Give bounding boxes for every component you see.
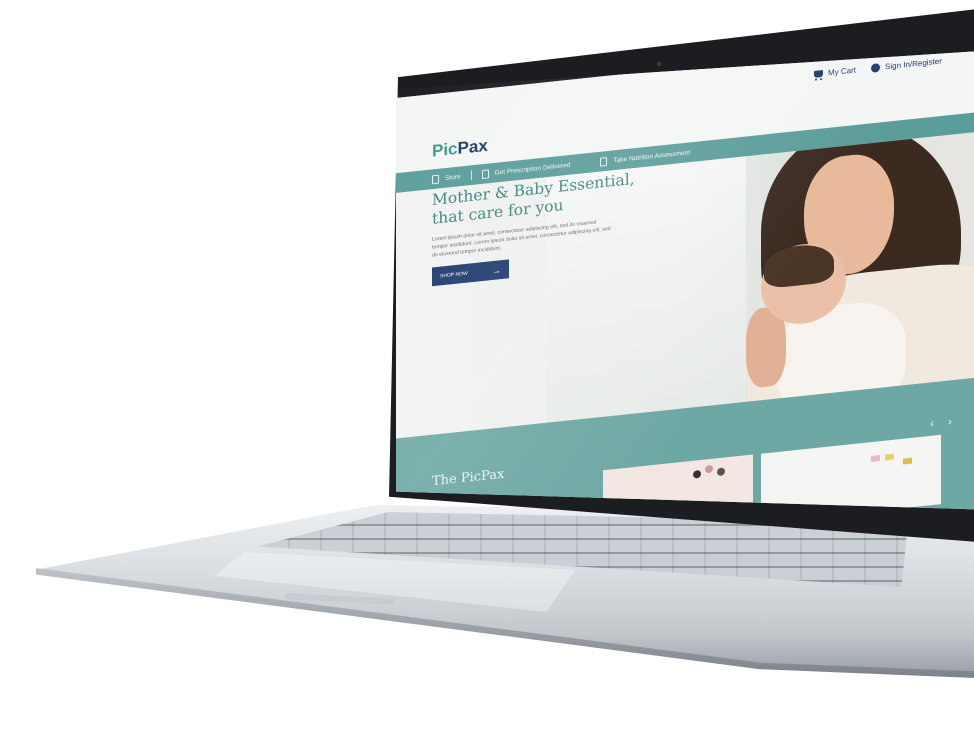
carousel-controls: ‹ › xyxy=(926,415,956,430)
cart-label: My Cart xyxy=(828,65,856,78)
arrow-right-icon: → xyxy=(492,264,501,276)
product-image-element xyxy=(717,467,725,477)
shop-now-label: SHOP NOW xyxy=(440,270,468,280)
cart-icon xyxy=(814,69,823,78)
cart-link[interactable]: My Cart xyxy=(814,66,856,79)
prescription-icon xyxy=(481,168,489,179)
product-image-element xyxy=(693,469,701,479)
clipboard-icon xyxy=(600,156,608,167)
user-icon xyxy=(871,63,880,73)
website: My Cart Sign In/Register PicPax Store Ge… xyxy=(396,50,974,510)
section-title: The PicPax xyxy=(432,466,505,490)
logo-part-pic: Pic xyxy=(432,139,458,161)
nav-item-label: Store xyxy=(445,172,461,182)
product-image-element xyxy=(705,464,713,474)
laptop-screen: My Cart Sign In/Register PicPax Store Ge… xyxy=(396,50,974,510)
signin-label: Sign In/Register xyxy=(885,56,942,72)
logo-part-pax: Pax xyxy=(457,135,488,158)
signin-link[interactable]: Sign In/Register xyxy=(871,57,942,73)
product-image-element xyxy=(885,453,894,461)
nav-item-label: Take Nutrition Assessment xyxy=(613,148,691,164)
product-card[interactable] xyxy=(761,434,941,510)
chevron-right-icon[interactable]: › xyxy=(944,415,956,428)
product-image-element xyxy=(871,455,880,462)
site-logo[interactable]: PicPax xyxy=(432,136,488,162)
nav-item-store[interactable]: Store xyxy=(396,171,471,188)
webcam-icon xyxy=(657,62,661,66)
store-icon xyxy=(432,174,439,184)
nav-item-label: Get Prescription Delivered xyxy=(494,161,571,177)
chevron-left-icon[interactable]: ‹ xyxy=(926,417,938,430)
product-image-element xyxy=(903,457,912,465)
